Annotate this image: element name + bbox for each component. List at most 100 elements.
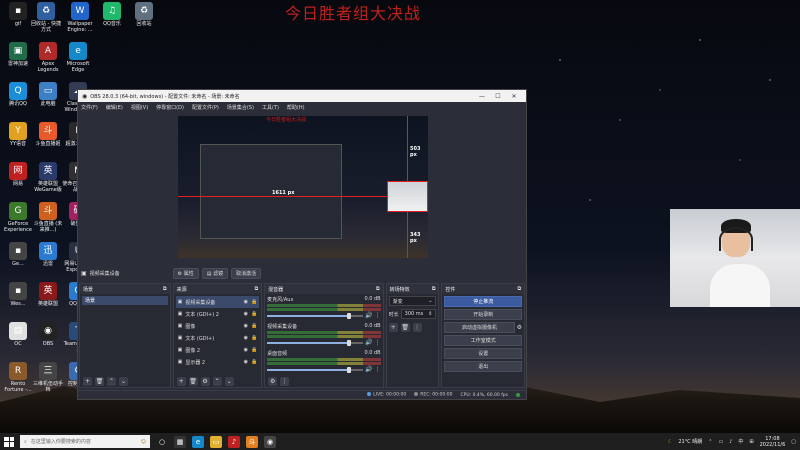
desktop-icon[interactable]: W Wallpaper Engine: ... xyxy=(64,2,96,33)
volume-slider[interactable] xyxy=(267,339,364,346)
desktop-icon[interactable]: Y YY语音 xyxy=(2,122,34,147)
speaker-icon[interactable]: 🔊 xyxy=(365,339,372,346)
desktop-icon[interactable]: 斗斗鱼直播 (未来推...) xyxy=(32,202,64,233)
channel-menu-icon[interactable]: ⋮ xyxy=(375,312,381,319)
desktop-icon[interactable]: ◉ OBS xyxy=(32,322,64,347)
filters-button[interactable]: ▤ 滤镜 xyxy=(201,267,229,279)
dock-undock-icon[interactable]: ⧉ xyxy=(163,286,167,292)
notification-icon[interactable]: ▢ xyxy=(791,439,796,445)
menu-scene-collection[interactable]: 场景集合(S) xyxy=(227,104,254,111)
add-source-icon[interactable]: + xyxy=(176,376,186,386)
transition-menu-icon[interactable]: ⋮ xyxy=(412,323,422,332)
move-down-icon[interactable]: ⌄ xyxy=(119,376,128,386)
speaker-icon[interactable]: 🔊 xyxy=(365,312,372,319)
source-row[interactable]: ▣ 文本 (GDI+) ◉ 🔒 xyxy=(176,332,260,344)
visibility-eye-icon[interactable]: ◉ xyxy=(244,323,248,329)
desktop-icon[interactable]: ▪ Ge... xyxy=(2,242,34,267)
desktop-icon[interactable]: ▤ OC xyxy=(2,322,34,347)
properties-button[interactable]: ⚙ 属性 xyxy=(172,267,199,279)
tray-expand-icon[interactable]: ⌃ xyxy=(708,439,712,445)
widgets-icon[interactable]: ▦ xyxy=(174,435,186,448)
desktop-icon[interactable]: ♻ 回收站 xyxy=(128,2,160,27)
visibility-eye-icon[interactable]: ◉ xyxy=(244,359,248,365)
mixer-menu-icon[interactable]: ⋮ xyxy=(280,376,290,386)
scene-item[interactable]: 场景 xyxy=(82,296,168,305)
studio-mode-button[interactable]: 工作室模式 xyxy=(444,335,523,346)
start-virtual-camera-button[interactable]: 启动虚拟摄像机 xyxy=(444,322,515,333)
edge-icon[interactable]: e xyxy=(192,435,204,448)
desktop-icon[interactable]: 英英雄联盟 WeGame版 xyxy=(32,162,64,193)
menu-edit[interactable]: 编辑(E) xyxy=(106,104,123,111)
start-recording-button[interactable]: 开始录制 xyxy=(444,309,523,320)
visibility-eye-icon[interactable]: ◉ xyxy=(244,347,248,353)
add-scene-icon[interactable]: + xyxy=(83,376,92,386)
taskbar-search[interactable]: ⌕ 在这里输入你要搜索的内容 ☺ xyxy=(20,435,150,448)
menu-profile[interactable]: 配置文件(P) xyxy=(192,104,219,111)
remove-scene-icon[interactable]: 🗑 xyxy=(95,376,104,386)
ime-mode-icon[interactable]: ⊞ xyxy=(749,439,753,445)
windows-start-icon[interactable] xyxy=(4,436,14,447)
douyu-icon[interactable]: 斗 xyxy=(246,435,258,448)
desktop-icon[interactable]: 网网易 xyxy=(2,162,34,187)
dock-undock-icon[interactable]: ⧉ xyxy=(376,286,380,292)
transition-select[interactable]: 渐变 ⌄ xyxy=(388,296,437,306)
taskbar-clock[interactable]: 17:08 2022/11/6 xyxy=(760,436,786,448)
desktop-icon[interactable]: e Microsoft Edge xyxy=(62,42,94,73)
desktop-icon[interactable]: 三三维机伍动手档 xyxy=(32,362,64,393)
desktop-icon[interactable]: G GeForce Experience xyxy=(2,202,34,233)
ime-indicator[interactable]: 中 xyxy=(738,438,743,445)
source-row[interactable]: ▣ 图像 2 ◉ 🔒 xyxy=(176,344,260,356)
lock-icon[interactable]: 🔒 xyxy=(251,299,257,305)
volume-slider[interactable] xyxy=(267,312,364,319)
add-transition-icon[interactable]: + xyxy=(388,323,398,332)
move-down-icon[interactable]: ⌄ xyxy=(224,376,234,386)
speaker-icon[interactable]: 🔊 xyxy=(365,366,372,373)
visibility-eye-icon[interactable]: ◉ xyxy=(244,335,248,341)
desktop-icon[interactable]: 斗斗鱼直播姬 xyxy=(32,122,64,147)
task-view-icon[interactable]: ○ xyxy=(156,436,168,448)
advanced-audio-icon[interactable]: ⚙ xyxy=(268,376,278,386)
lock-icon[interactable]: 🔒 xyxy=(251,335,257,341)
dock-undock-icon[interactable]: ⧉ xyxy=(255,286,259,292)
desktop-icon[interactable]: ♫ QQ音乐 xyxy=(96,2,128,27)
channel-menu-icon[interactable]: ⋮ xyxy=(375,366,381,373)
visibility-eye-icon[interactable]: ◉ xyxy=(244,299,248,305)
visibility-eye-icon[interactable]: ◉ xyxy=(244,311,248,317)
menu-view[interactable]: 视图(V) xyxy=(131,104,148,111)
preview-webcam-source[interactable] xyxy=(387,181,428,212)
source-settings-icon[interactable]: ⚙ xyxy=(200,376,210,386)
source-row[interactable]: ▣ 显示器 2 ◉ 🔒 xyxy=(176,356,260,368)
obs-taskbar-icon[interactable]: ◉ xyxy=(264,435,276,448)
lock-icon[interactable]: 🔒 xyxy=(251,311,257,317)
desktop-icon[interactable]: ▪ Wes... xyxy=(2,282,34,307)
stop-streaming-button[interactable]: 停止推流 xyxy=(444,296,523,307)
lock-icon[interactable]: 🔒 xyxy=(251,347,257,353)
remove-transition-icon[interactable]: 🗑 xyxy=(400,323,410,332)
lock-icon[interactable]: 🔒 xyxy=(251,323,257,329)
volume-slider[interactable] xyxy=(267,366,364,373)
file-explorer-icon[interactable]: ▭ xyxy=(210,435,222,448)
obs-preview[interactable]: 今日胜者组大决战 503 px 1611 px 343 px xyxy=(178,116,428,258)
move-up-icon[interactable]: ⌃ xyxy=(107,376,116,386)
dock-undock-icon[interactable]: ⧉ xyxy=(517,286,521,292)
exit-button[interactable]: 退出 xyxy=(444,361,523,372)
network-icon[interactable]: ▭ xyxy=(718,439,723,445)
menu-docks[interactable]: 停靠窗口(D) xyxy=(156,104,184,111)
deactivate-button[interactable]: 取消激活 xyxy=(231,267,262,279)
desktop-icon[interactable]: 英英雄联盟 xyxy=(32,282,64,307)
desktop-icon[interactable]: ♻ 回收站 - 快捷方式 xyxy=(30,2,62,33)
volume-icon[interactable]: ♪ xyxy=(729,439,732,445)
desktop-icon[interactable]: A Apex Legends xyxy=(32,42,64,73)
lock-icon[interactable]: 🔒 xyxy=(251,359,257,365)
remove-source-icon[interactable]: 🗑 xyxy=(188,376,198,386)
source-row[interactable]: ▣ 视频采集设备 ◉ 🔒 xyxy=(175,296,260,308)
obs-titlebar[interactable]: ◉ OBS 28.0.3 (64-bit, windows) - 配置文件: 未… xyxy=(78,90,526,102)
source-row[interactable]: ▣ 图像 ◉ 🔒 xyxy=(176,320,260,332)
dock-undock-icon[interactable]: ⧉ xyxy=(432,286,436,292)
desktop-icon[interactable]: ▭ 此电脑 xyxy=(32,82,64,107)
source-row[interactable]: ▣ 文本 (GDI+) 2 ◉ 🔒 xyxy=(176,308,260,320)
gear-icon[interactable]: ⚙ xyxy=(517,324,522,331)
maximize-icon[interactable]: ☐ xyxy=(490,93,506,100)
menu-tools[interactable]: 工具(T) xyxy=(262,104,279,111)
desktop-icon[interactable]: R Rento Fortune -... xyxy=(2,362,34,393)
